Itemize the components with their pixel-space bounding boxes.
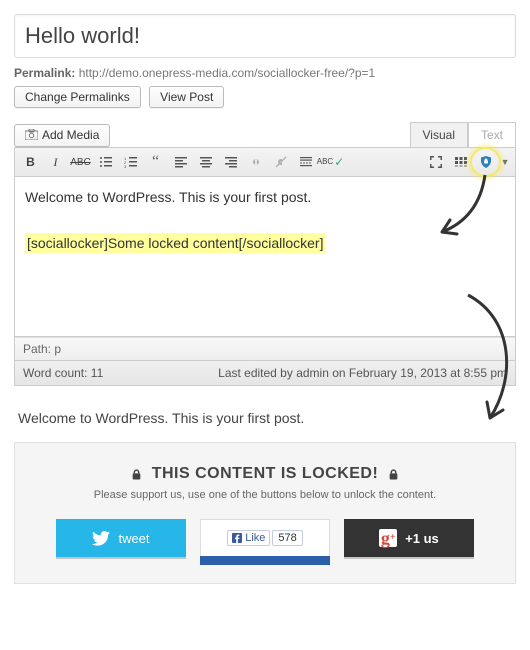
facebook-like-button[interactable]: Like 578 <box>200 519 330 557</box>
gplus-icon: g+ <box>379 529 397 547</box>
editor-highlighted-shortcode: [sociallocker]Some locked content[/socia… <box>25 233 325 253</box>
tab-text[interactable]: Text <box>468 122 516 147</box>
locker-subtitle: Please support us, use one of the button… <box>33 489 497 501</box>
permalink-label: Permalink: <box>14 66 75 80</box>
camera-icon <box>25 129 38 143</box>
tweet-label: tweet <box>118 531 149 546</box>
bullet-list-button[interactable] <box>94 151 117 173</box>
like-label: Like <box>245 532 265 544</box>
lock-icon <box>388 469 399 480</box>
twitter-icon <box>92 531 110 546</box>
editor-line-1: Welcome to WordPress. This is your first… <box>25 189 505 205</box>
spellcheck-button[interactable]: ABC✓ <box>319 151 342 173</box>
editor-status-bar: Word count: 11 Last edited by admin on F… <box>14 361 516 386</box>
kitchen-sink-button[interactable] <box>449 151 472 173</box>
tab-visual[interactable]: Visual <box>410 122 468 147</box>
editor-toolbar: B I ABC 123 “ ABC✓ ▼ <box>14 147 516 177</box>
permalink-line: Permalink: http://demo.onepress-media.co… <box>14 66 516 80</box>
align-right-button[interactable] <box>219 151 242 173</box>
gplus-label: +1 us <box>405 531 439 546</box>
italic-button[interactable]: I <box>44 151 67 173</box>
align-center-button[interactable] <box>194 151 217 173</box>
blockquote-button[interactable]: “ <box>144 151 167 173</box>
editor-path-bar: Path: p <box>14 337 516 361</box>
align-left-button[interactable] <box>169 151 192 173</box>
add-media-label: Add Media <box>42 128 99 142</box>
number-list-button[interactable]: 123 <box>119 151 142 173</box>
post-title-input[interactable] <box>14 14 516 58</box>
fullscreen-button[interactable] <box>424 151 447 173</box>
more-tag-button[interactable] <box>294 151 317 173</box>
last-edited: Last edited by admin on February 19, 201… <box>218 366 507 380</box>
locker-panel: THIS CONTENT IS LOCKED! Please support u… <box>14 442 516 584</box>
sociallocker-button[interactable] <box>474 151 497 173</box>
word-count: Word count: 11 <box>23 366 103 380</box>
change-permalinks-button[interactable]: Change Permalinks <box>14 86 141 108</box>
link-button[interactable] <box>244 151 267 173</box>
tweet-button[interactable]: tweet <box>56 519 186 557</box>
preview-text: Welcome to WordPress. This is your first… <box>0 386 530 426</box>
strikethrough-button[interactable]: ABC <box>69 151 92 173</box>
add-media-button[interactable]: Add Media <box>14 124 110 147</box>
editor-tabs: Visual Text <box>410 122 516 147</box>
unlink-button[interactable] <box>269 151 292 173</box>
lock-icon <box>131 469 142 480</box>
permalink-url: http://demo.onepress-media.com/socialloc… <box>79 66 375 80</box>
fb-under-bar <box>200 556 330 565</box>
view-post-button[interactable]: View Post <box>149 86 224 108</box>
editor-content[interactable]: Welcome to WordPress. This is your first… <box>14 177 516 337</box>
facebook-icon <box>232 533 242 543</box>
like-count: 578 <box>272 530 302 546</box>
svg-text:3: 3 <box>124 164 127 169</box>
bold-button[interactable]: B <box>19 151 42 173</box>
locker-title: THIS CONTENT IS LOCKED! <box>33 465 497 483</box>
google-plus-button[interactable]: g+ +1 us <box>344 519 474 557</box>
highlight-circle <box>470 147 501 177</box>
